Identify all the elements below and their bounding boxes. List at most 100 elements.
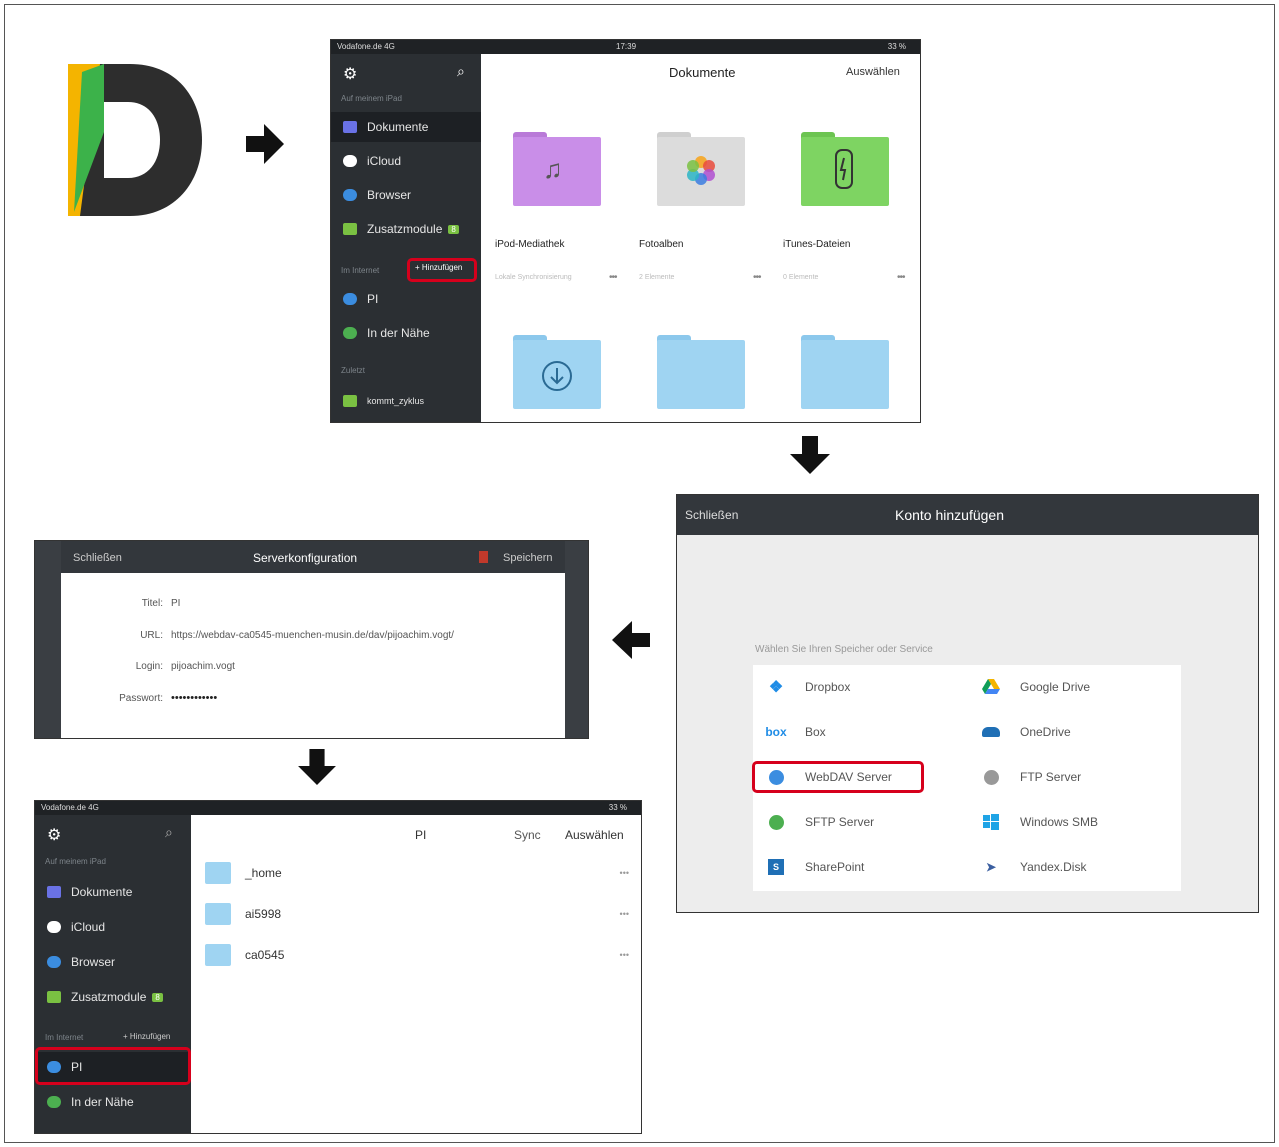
service-google-drive[interactable]: Google Drive bbox=[980, 678, 1090, 696]
search-icon[interactable]: ⌕ bbox=[457, 63, 465, 80]
folder-icon bbox=[205, 944, 231, 966]
sidebar-item-label: Browser bbox=[367, 188, 412, 202]
more-icon[interactable]: ••• bbox=[753, 272, 761, 283]
sidebar-item-label: PI bbox=[367, 292, 379, 306]
login-field[interactable]: pijoachim.vogt bbox=[171, 661, 235, 672]
box-icon: box bbox=[765, 725, 787, 739]
sidebar-item-label: iCloud bbox=[367, 154, 402, 168]
service-sharepoint[interactable]: S SharePoint bbox=[765, 858, 864, 876]
sidebar-item-icloud[interactable]: iCloud bbox=[35, 912, 191, 942]
sidebar-item-icloud[interactable]: iCloud bbox=[331, 146, 481, 176]
music-icon: ♫ bbox=[543, 154, 563, 184]
modal-title: Konto hinzufügen bbox=[895, 507, 1004, 523]
folder-itunes[interactable] bbox=[801, 132, 889, 206]
list-item[interactable]: ca0545 ••• bbox=[205, 937, 629, 973]
gear-icon[interactable]: ⚙ bbox=[47, 825, 61, 845]
folder-sub: 2 Elemente bbox=[639, 274, 675, 281]
more-icon[interactable]: ••• bbox=[609, 272, 617, 283]
folder-sub: Lokale Synchronisierung bbox=[495, 274, 572, 281]
count-badge: 8 bbox=[152, 992, 163, 1002]
page-title: PI bbox=[415, 828, 427, 842]
add-account-button[interactable]: + Hinzufügen bbox=[123, 1032, 170, 1041]
config-header: Schließen Serverkonfiguration Speichern bbox=[61, 541, 565, 573]
service-box[interactable]: box Box bbox=[765, 723, 825, 741]
sidebar-item-nearby[interactable]: In der Nähe bbox=[331, 318, 481, 348]
status-bar: Vodafone.de 4G 33 % bbox=[35, 801, 641, 815]
folder-label: Fotoalben bbox=[639, 239, 684, 250]
sidebar-item-dokumente[interactable]: Dokumente bbox=[35, 877, 191, 907]
yandex-icon: ➤ bbox=[985, 860, 997, 874]
service-dropbox[interactable]: ❖ Dropbox bbox=[765, 678, 851, 696]
sidebar-item-pi[interactable]: PI bbox=[331, 284, 481, 314]
list-item-label: _home bbox=[245, 866, 282, 880]
service-ftp[interactable]: FTP Server bbox=[980, 768, 1081, 786]
folder-label: iPod-Mediathek bbox=[495, 239, 565, 250]
url-field[interactable]: https://webdav-ca0545-muenchen-musin.de/… bbox=[171, 630, 454, 641]
windows-icon bbox=[980, 813, 1002, 831]
sidebar: ⚙ ⌕ Auf meinem iPad Dokumente iCloud Bro… bbox=[35, 815, 191, 1133]
sidebar: ⚙ ⌕ Auf meinem iPad Dokumente iCloud Bro… bbox=[331, 54, 481, 422]
globe-icon bbox=[765, 813, 787, 831]
status-bar: Vodafone.de 4G 17:39 33 % bbox=[331, 40, 920, 54]
folder-fotoalben[interactable] bbox=[657, 132, 745, 206]
search-icon[interactable]: ⌕ bbox=[165, 824, 173, 841]
highlight-box bbox=[752, 761, 924, 793]
sidebar-item-label: Dokumente bbox=[71, 885, 133, 899]
folder-blue[interactable] bbox=[801, 335, 889, 409]
list-item-label: ca0545 bbox=[245, 948, 285, 962]
sidebar-item-label: kommt_zyklus bbox=[367, 396, 425, 406]
sidebar-item-zusatzmodule[interactable]: Zusatzmodule 8 bbox=[331, 214, 481, 244]
more-icon[interactable]: ••• bbox=[897, 272, 905, 283]
sidebar-item-label: Dokumente bbox=[367, 120, 429, 134]
screenshot-add-account: Schließen Konto hinzufügen Wählen Sie Ih… bbox=[676, 494, 1259, 913]
sidebar-item-nearby[interactable]: In der Nähe bbox=[35, 1087, 191, 1117]
folder-sub: 0 Elemente bbox=[783, 274, 819, 281]
service-label: Dropbox bbox=[805, 680, 851, 694]
list-item[interactable]: _home ••• bbox=[205, 855, 629, 891]
field-label: URL: bbox=[140, 630, 163, 641]
folder-icon bbox=[47, 886, 61, 898]
highlight-box bbox=[407, 258, 477, 282]
save-button[interactable]: Speichern bbox=[503, 552, 553, 564]
documents-app-logo: D bbox=[60, 62, 205, 222]
service-windows-smb[interactable]: Windows SMB bbox=[980, 813, 1098, 831]
sidebar-item-browser[interactable]: Browser bbox=[331, 180, 481, 210]
service-sftp[interactable]: SFTP Server bbox=[765, 813, 874, 831]
close-button[interactable]: Schließen bbox=[685, 508, 738, 522]
usb-icon bbox=[835, 149, 853, 189]
trash-icon[interactable] bbox=[479, 551, 488, 563]
sidebar-item-zusatzmodule[interactable]: Zusatzmodule 8 bbox=[35, 982, 191, 1012]
sync-button[interactable]: Sync bbox=[514, 828, 541, 842]
title-field[interactable]: PI bbox=[171, 598, 180, 609]
screenshot-documents-home: Vodafone.de 4G 17:39 33 % ⚙ ⌕ Auf meinem… bbox=[330, 39, 921, 423]
compass-icon bbox=[343, 189, 357, 201]
more-icon[interactable]: ••• bbox=[620, 950, 629, 960]
folder-downloads[interactable] bbox=[513, 335, 601, 409]
folder-ipod[interactable]: ♫ bbox=[513, 132, 601, 206]
service-label: SharePoint bbox=[805, 860, 865, 874]
folder-icon bbox=[205, 903, 231, 925]
more-icon[interactable]: ••• bbox=[620, 868, 629, 878]
service-label: Google Drive bbox=[1020, 680, 1091, 694]
service-onedrive[interactable]: OneDrive bbox=[980, 723, 1071, 741]
gear-icon[interactable]: ⚙ bbox=[343, 64, 357, 84]
password-field[interactable]: •••••••••••• bbox=[171, 692, 217, 704]
sidebar-item-dokumente[interactable]: Dokumente bbox=[331, 112, 481, 142]
sidebar-item-browser[interactable]: Browser bbox=[35, 947, 191, 977]
select-button[interactable]: Auswählen bbox=[846, 66, 900, 78]
service-yandex[interactable]: ➤ Yandex.Disk bbox=[980, 858, 1087, 876]
close-button[interactable]: Schließen bbox=[73, 552, 122, 564]
sidebar-item-recent[interactable]: kommt_zyklus bbox=[331, 386, 481, 416]
sidebar-item-label: In der Nähe bbox=[71, 1095, 134, 1109]
service-label: Windows SMB bbox=[1020, 815, 1099, 829]
google-drive-icon bbox=[980, 678, 1002, 696]
sharepoint-icon: S bbox=[765, 858, 787, 876]
page-title: Dokumente bbox=[669, 65, 736, 80]
globe-icon bbox=[343, 293, 357, 305]
select-button[interactable]: Auswählen bbox=[565, 828, 624, 842]
nearby-icon bbox=[47, 1096, 61, 1108]
folder-label: iTunes-Dateien bbox=[783, 239, 851, 250]
folder-blue[interactable] bbox=[657, 335, 745, 409]
more-icon[interactable]: ••• bbox=[620, 909, 629, 919]
list-item[interactable]: ai5998 ••• bbox=[205, 896, 629, 932]
